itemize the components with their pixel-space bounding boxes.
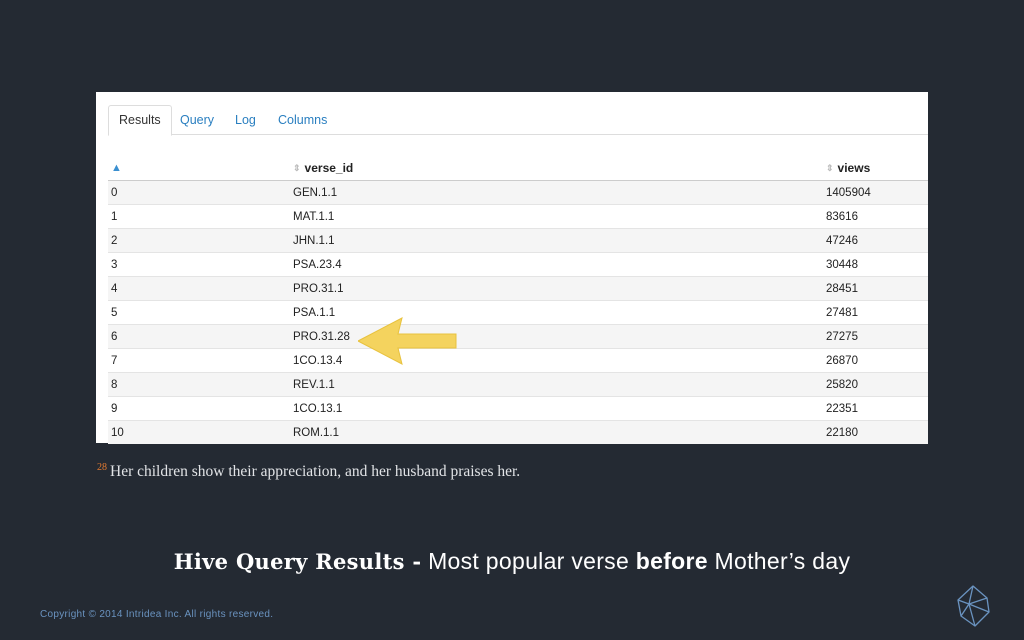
tab-query[interactable]: Query xyxy=(170,106,224,134)
footnote-number: 28 xyxy=(97,462,107,473)
views-cell: 22180 xyxy=(826,420,928,444)
verse-id-cell: MAT.1.1 xyxy=(293,204,826,229)
verse-footnote: 28 Her children show their appreciation, … xyxy=(97,462,520,481)
caption-title: Hive Query Results - xyxy=(173,549,422,574)
table-row: 7 1CO.13.4 26870 xyxy=(108,348,928,373)
polyhedron-logo-icon xyxy=(957,585,990,627)
row-index: 3 xyxy=(108,252,293,277)
verse-id-cell: PRO.31.1 xyxy=(293,276,826,301)
table-header-row: ▲ ⇕ verse_id ⇕ views xyxy=(108,156,928,181)
table-row: 2 JHN.1.1 47246 xyxy=(108,228,928,253)
index-column-header[interactable]: ▲ xyxy=(108,156,293,181)
table-row: 0 GEN.1.1 1405904 xyxy=(108,180,928,205)
query-results-panel: Results Query Log Columns ▲ ⇕ verse_id ⇕ v… xyxy=(96,92,928,444)
sort-icon[interactable]: ⇕ xyxy=(826,163,834,173)
table-row: 10 ROM.1.1 22180 xyxy=(108,420,928,444)
footnote-text: Her children show their appreciation, an… xyxy=(110,463,521,480)
verse-id-cell: PSA.23.4 xyxy=(293,252,826,277)
row-index: 10 xyxy=(108,420,293,444)
verse-id-cell: JHN.1.1 xyxy=(293,228,826,253)
sort-ascending-icon[interactable]: ▲ xyxy=(111,162,122,174)
verse-id-header-label: verse_id xyxy=(304,161,354,175)
table-row: 9 1CO.13.1 22351 xyxy=(108,396,928,421)
verse-id-cell: REV.1.1 xyxy=(293,372,826,397)
row-index: 1 xyxy=(108,204,293,229)
table-row: 8 REV.1.1 25820 xyxy=(108,372,928,397)
views-header-label: views xyxy=(837,161,871,175)
table-row: 4 PRO.31.1 28451 xyxy=(108,276,928,301)
tab-columns[interactable]: Columns xyxy=(268,106,337,134)
table-row-highlighted: 6 PRO.31.28 27275 xyxy=(108,324,928,349)
views-cell: 83616 xyxy=(826,204,928,229)
table-row: 5 PSA.1.1 27481 xyxy=(108,300,928,325)
row-index: 4 xyxy=(108,276,293,301)
row-index: 9 xyxy=(108,396,293,421)
table-row: 1 MAT.1.1 83616 xyxy=(108,204,928,229)
caption-emphasis: before xyxy=(635,548,708,574)
sort-icon[interactable]: ⇕ xyxy=(293,163,301,173)
row-index: 5 xyxy=(108,300,293,325)
verse-id-cell: ROM.1.1 xyxy=(293,420,826,444)
caption-text: Most popular verse xyxy=(421,548,636,574)
verse-id-column-header[interactable]: ⇕ verse_id xyxy=(293,156,826,181)
views-cell: 28451 xyxy=(826,276,928,301)
arrow-left-icon xyxy=(358,317,457,365)
views-cell: 27481 xyxy=(826,300,928,325)
verse-id-cell: 1CO.13.1 xyxy=(293,396,826,421)
views-cell: 47246 xyxy=(826,228,928,253)
views-column-header[interactable]: ⇕ views xyxy=(826,156,928,181)
table-row: 3 PSA.23.4 30448 xyxy=(108,252,928,277)
caption-text-end: Mother’s day xyxy=(707,548,851,574)
tab-bar: Results Query Log Columns xyxy=(108,105,928,136)
row-index: 0 xyxy=(108,180,293,205)
slide-caption: Hive Query Results - Most popular verse … xyxy=(0,548,1024,575)
views-cell: 22351 xyxy=(826,396,928,421)
views-cell: 27275 xyxy=(826,324,928,349)
results-table: ▲ ⇕ verse_id ⇕ views 0 GEN.1.1 1405904 1 M… xyxy=(108,156,928,444)
views-cell: 26870 xyxy=(826,348,928,373)
views-cell: 30448 xyxy=(826,252,928,277)
verse-id-cell: GEN.1.1 xyxy=(293,180,826,205)
views-cell: 25820 xyxy=(826,372,928,397)
tab-results[interactable]: Results xyxy=(108,105,172,136)
row-index: 7 xyxy=(108,348,293,373)
row-index: 6 xyxy=(108,324,293,349)
copyright-notice: Copyright © 2014 Intridea Inc. All right… xyxy=(40,609,274,620)
tab-log[interactable]: Log xyxy=(225,106,266,134)
views-cell: 1405904 xyxy=(826,180,928,205)
row-index: 2 xyxy=(108,228,293,253)
row-index: 8 xyxy=(108,372,293,397)
